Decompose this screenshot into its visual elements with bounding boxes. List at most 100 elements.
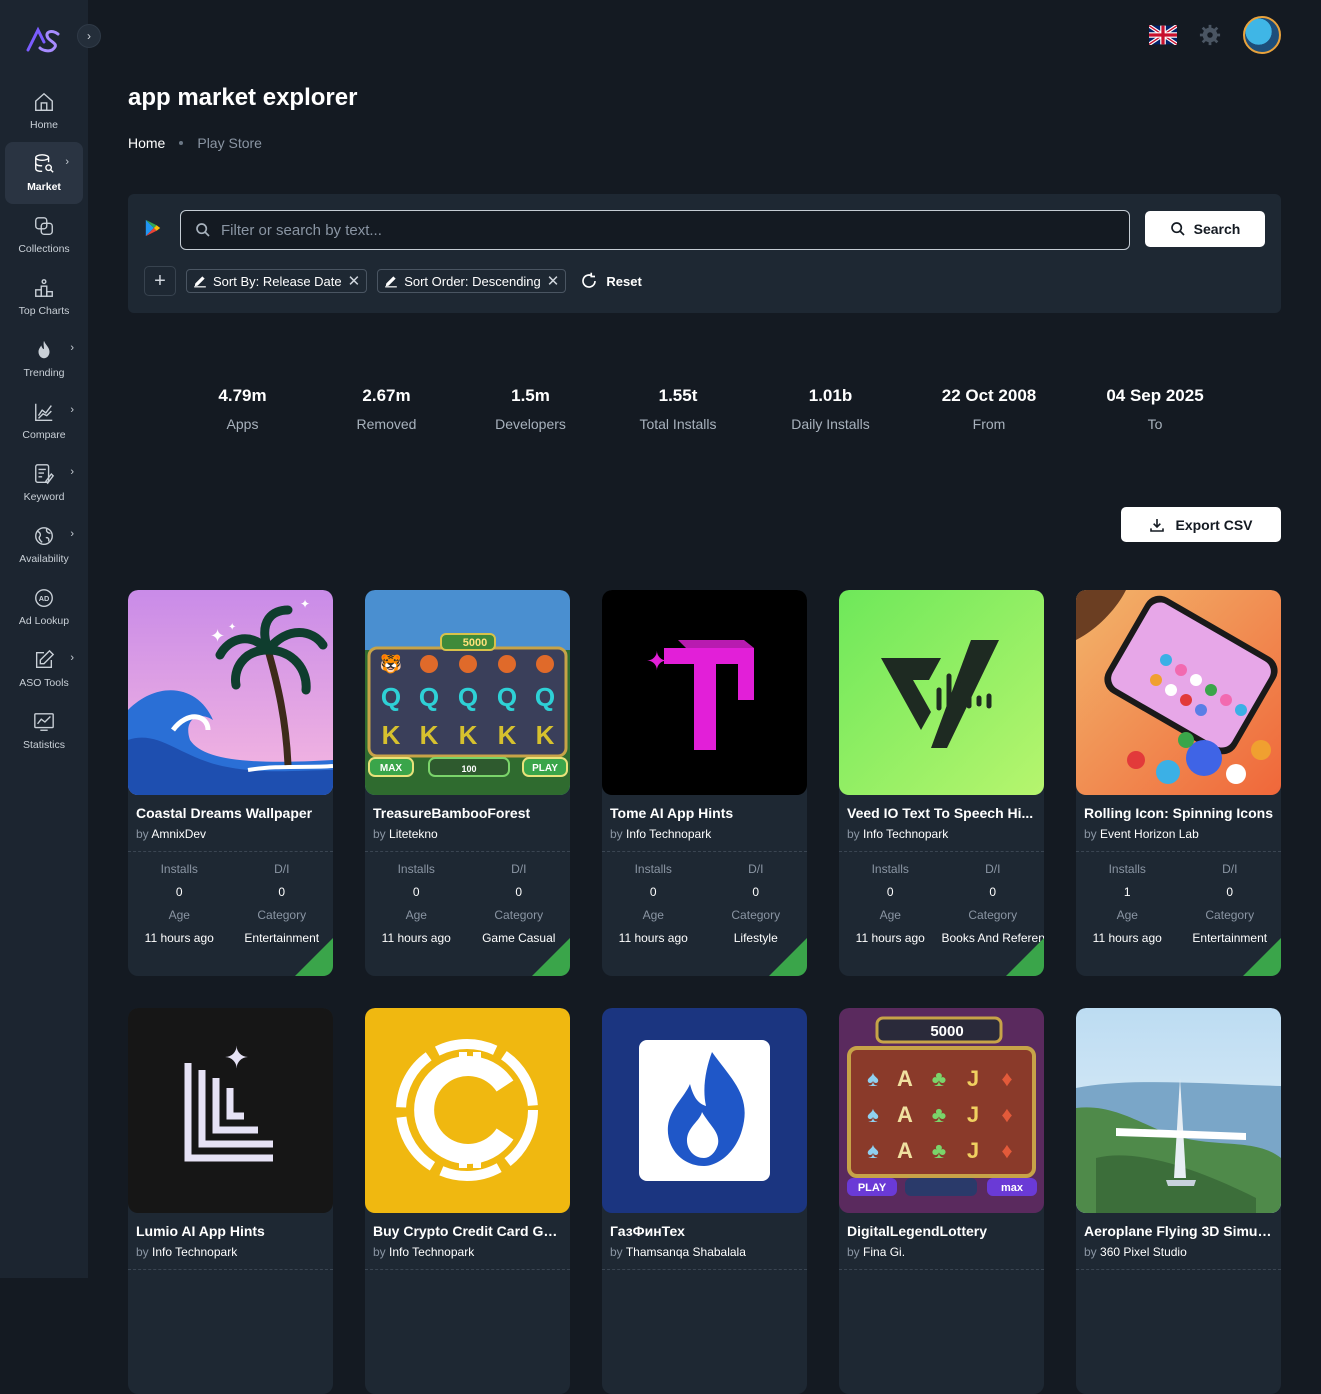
sidebar-toggle-button[interactable]: › [77, 24, 101, 48]
reset-button[interactable]: Reset [580, 272, 642, 290]
sidebar-item-aso-tools[interactable]: ASO Tools › [0, 638, 88, 700]
gas-flame-artwork [602, 1008, 807, 1213]
svg-text:Q: Q [497, 682, 517, 712]
app-card[interactable]: 5000 🐯 QQQQQ KKKKK MAX 100 PLAY Treasure… [365, 590, 570, 976]
divider [839, 1269, 1044, 1270]
app-developer[interactable]: by AmnixDev [128, 821, 333, 841]
filter-chip-label: Sort By: Release Date [213, 273, 342, 289]
stacked-l-logo-artwork: ✦ [128, 1008, 333, 1213]
search-button[interactable]: Search [1145, 211, 1265, 247]
svg-text:♦: ♦ [1001, 1138, 1012, 1163]
sidebar-item-label: Collections [18, 243, 70, 255]
close-icon[interactable]: ✕ [547, 272, 560, 290]
app-name[interactable]: Aeroplane Flying 3D Simul... [1076, 1213, 1281, 1239]
sidebar-item-label: Availability [19, 553, 69, 565]
slot-play-label: PLAY [858, 1182, 887, 1194]
sidebar-item-trending[interactable]: Trending › [0, 328, 88, 390]
app-name[interactable]: DigitalLegendLottery [839, 1213, 1044, 1239]
svg-text:A: A [897, 1066, 913, 1091]
add-filter-button[interactable]: + [144, 266, 176, 296]
app-name[interactable]: Tome AI App Hints [602, 795, 807, 821]
app-card[interactable]: Buy Crypto Credit Card Gu... by Info Tec… [365, 1008, 570, 1394]
v-soundwave-logo-artwork [839, 590, 1044, 795]
di-label: D/I [274, 862, 290, 876]
app-name[interactable]: ГазФинТех [602, 1213, 807, 1239]
app-developer[interactable]: by 360 Pixel Studio [1076, 1239, 1281, 1259]
app-card[interactable]: 5000 ♠ A ♣ J ♦ ♠ A ♣ J ♦ ♠ A ♣ J ♦ PLAY max DigitalL… [839, 1008, 1044, 1394]
export-csv-button[interactable]: Export CSV [1121, 507, 1281, 542]
chevron-right-icon: › [70, 466, 74, 478]
by-label: by [610, 827, 623, 841]
app-developer[interactable]: by Info Technopark [365, 1239, 570, 1259]
developer-name: Info Technopark [863, 827, 949, 841]
sidebar-item-collections[interactable]: Collections [0, 204, 88, 266]
line-chart-icon [35, 403, 53, 421]
installs-value: 0 [649, 885, 657, 899]
edit-icon [35, 649, 55, 669]
app-icon: 5000 🐯 QQQQQ KKKKK MAX 100 PLAY [365, 590, 570, 795]
slot-max-label: MAX [380, 763, 403, 774]
search-field [180, 210, 1130, 250]
stat-removed: 2.67m Removed [315, 386, 458, 432]
by-label: by [136, 1245, 149, 1259]
svg-text:✦: ✦ [228, 622, 236, 633]
app-card[interactable]: ✦ Lumio AI App Hints by Info Technopark [128, 1008, 333, 1394]
app-card[interactable]: Rolling Icon: Spinning Icons by Event Ho… [1076, 590, 1281, 976]
sidebar-item-compare[interactable]: Compare › [0, 390, 88, 452]
chevron-right-icon: › [70, 404, 74, 416]
stat-label: Removed [356, 416, 417, 432]
filter-chip-sort-by[interactable]: Sort By: Release Date ✕ [186, 269, 368, 293]
sidebar-item-top-charts[interactable]: Top Charts [0, 266, 88, 328]
app-developer[interactable]: by Thamsanqa Shabalala [602, 1239, 807, 1259]
gear-icon[interactable] [1199, 24, 1221, 46]
sidebar-item-home[interactable]: Home [0, 80, 88, 142]
letter-t-logo-artwork: ✦ [602, 590, 807, 795]
app-name[interactable]: Coastal Dreams Wallpaper [128, 795, 333, 821]
stat-value: 4.79m [218, 386, 267, 405]
developer-name: 360 Pixel Studio [1100, 1245, 1187, 1259]
app-developer[interactable]: by Fina Gi. [839, 1239, 1044, 1259]
app-logo[interactable] [26, 26, 62, 54]
svg-text:A: A [897, 1138, 913, 1163]
sidebar-item-statistics[interactable]: Statistics [0, 700, 88, 762]
app-developer[interactable]: by Info Technopark [839, 821, 1044, 841]
divider [1076, 1269, 1281, 1270]
app-card[interactable]: ГазФинТех by Thamsanqa Shabalala [602, 1008, 807, 1394]
sidebar-item-ad-lookup[interactable]: AD Ad Lookup [0, 576, 88, 638]
app-developer[interactable]: by Info Technopark [128, 1239, 333, 1259]
app-card[interactable]: ✦ Tome AI App Hints by Info Technopark I… [602, 590, 807, 976]
avatar[interactable] [1243, 16, 1281, 54]
app-name[interactable]: Buy Crypto Credit Card Gu... [365, 1213, 570, 1239]
database-search-icon [35, 154, 54, 173]
sidebar-item-keyword[interactable]: Keyword › [0, 452, 88, 514]
app-developer[interactable]: by Info Technopark [602, 821, 807, 841]
app-card[interactable]: Veed IO Text To Speech Hi... by Info Tec… [839, 590, 1044, 976]
page-title: app market explorer [128, 84, 358, 111]
search-input[interactable] [221, 221, 1101, 239]
sidebar: Home Market › Collections Top Charts Tre… [0, 0, 88, 1278]
app-grid: ✦ ✦ ✦ Coastal Dreams Wallpaper by AmnixD… [128, 590, 1281, 1394]
search-button-label: Search [1193, 221, 1241, 237]
app-name[interactable]: TreasureBambooForest [365, 795, 570, 821]
app-card[interactable]: Aeroplane Flying 3D Simul... by 360 Pixe… [1076, 1008, 1281, 1394]
app-name[interactable]: Lumio AI App Hints [128, 1213, 333, 1239]
app-icon [1076, 1008, 1281, 1213]
search-icon [1170, 222, 1185, 236]
stat-label: To [1147, 416, 1163, 432]
app-name[interactable]: Veed IO Text To Speech Hi... [839, 795, 1044, 821]
app-developer[interactable]: by Litetekno [365, 821, 570, 841]
svg-text:♣: ♣ [932, 1102, 946, 1127]
app-name[interactable]: Rolling Icon: Spinning Icons [1076, 795, 1281, 821]
sidebar-item-market[interactable]: Market › [5, 142, 83, 204]
installs-value: 0 [175, 885, 183, 899]
breadcrumb-home[interactable]: Home [128, 135, 165, 151]
topbar-actions [1149, 16, 1281, 54]
app-developer[interactable]: by Event Horizon Lab [1076, 821, 1281, 841]
app-card[interactable]: ✦ ✦ ✦ Coastal Dreams Wallpaper by AmnixD… [128, 590, 333, 976]
filter-chip-sort-order[interactable]: Sort Order: Descending ✕ [377, 269, 567, 293]
svg-text:Q: Q [535, 682, 555, 712]
close-icon[interactable]: ✕ [348, 272, 361, 290]
uk-flag-icon[interactable] [1149, 25, 1177, 45]
sidebar-item-availability[interactable]: Availability › [0, 514, 88, 576]
market-stats: 4.79m Apps 2.67m Removed 1.5m Developers 1.… [170, 386, 1240, 432]
